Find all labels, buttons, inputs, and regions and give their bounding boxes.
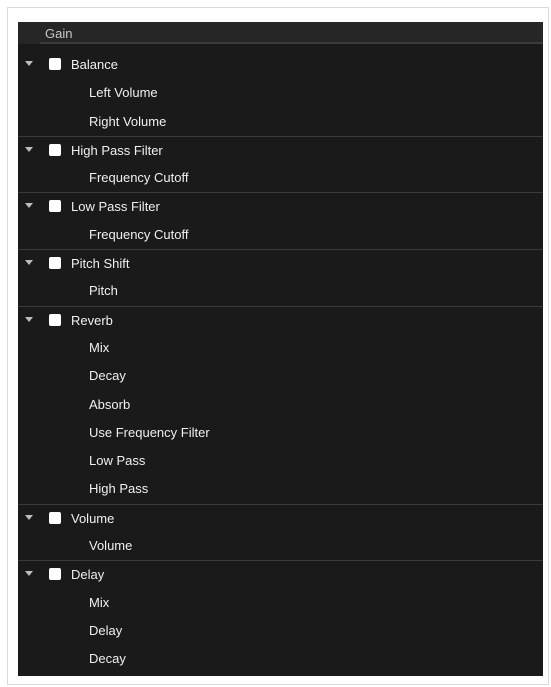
- effect-parameter-row[interactable]: Use Frequency Filter: [18, 419, 543, 447]
- effect-parameter-row[interactable]: Delay: [18, 617, 543, 645]
- effect-parameter-row[interactable]: Mix: [18, 334, 543, 362]
- gain-divider: [40, 42, 543, 44]
- expand-chevron-icon[interactable]: [25, 260, 33, 266]
- gain-label: Gain: [45, 26, 73, 41]
- effect-enable-checkbox[interactable]: [49, 257, 61, 270]
- effect-parameter-row[interactable]: Low Pass: [18, 447, 543, 475]
- expand-chevron-icon[interactable]: [25, 203, 33, 209]
- expand-chevron-icon[interactable]: [25, 571, 33, 577]
- effect-parameter-row[interactable]: Frequency Cutoff: [18, 221, 543, 249]
- parameter-label: High Pass: [89, 481, 149, 497]
- effect-name: High Pass Filter: [71, 142, 163, 158]
- effect-group-row[interactable]: Volume: [18, 503, 543, 532]
- effect-name: Low Pass Filter: [71, 199, 160, 215]
- effect-group-row[interactable]: Balance: [18, 51, 543, 79]
- effect-group-row[interactable]: Reverb: [18, 305, 543, 334]
- parameter-label: Volume: [89, 538, 133, 554]
- parameter-label: Use Frequency Filter: [89, 424, 210, 440]
- effect-enable-checkbox[interactable]: [49, 143, 61, 156]
- effect-parameter-row[interactable]: Left Volume: [18, 79, 543, 107]
- effect-name: Balance: [71, 57, 118, 72]
- expand-chevron-icon[interactable]: [25, 146, 33, 152]
- effect-parameter-row[interactable]: Mix: [18, 589, 543, 617]
- parameter-label: Decay: [89, 368, 126, 384]
- expand-chevron-icon[interactable]: [25, 316, 33, 322]
- effect-parameter-row[interactable]: Pitch: [18, 277, 543, 305]
- effect-name: Pitch Shift: [71, 256, 130, 272]
- expand-chevron-icon[interactable]: [25, 514, 33, 520]
- effect-enable-checkbox[interactable]: [49, 58, 61, 70]
- parameter-label: Frequency Cutoff: [89, 226, 189, 242]
- effects-list: Balance Left Volume Right Volume High Pass …: [18, 51, 543, 674]
- parameter-label: Delay: [89, 622, 123, 638]
- effect-name: Delay: [71, 567, 105, 583]
- effect-parameter-row[interactable]: Right Volume: [18, 108, 543, 136]
- parameter-label: Absorb: [89, 396, 131, 412]
- effect-name: Volume: [71, 510, 115, 526]
- effect-enable-checkbox[interactable]: [49, 568, 61, 581]
- parameter-label: Right Volume: [89, 113, 167, 129]
- effect-group-row[interactable]: High Pass Filter: [18, 135, 543, 164]
- effect-parameter-row[interactable]: Absorb: [18, 391, 543, 419]
- parameter-label: Decay: [89, 651, 126, 667]
- effect-parameter-row[interactable]: Decay: [18, 645, 543, 673]
- effects-panel: Gain Balance Left Volume Right Volume High …: [18, 22, 543, 676]
- parameter-label: Frequency Cutoff: [89, 170, 189, 186]
- effect-enable-checkbox[interactable]: [49, 200, 61, 213]
- expand-chevron-icon[interactable]: [25, 61, 33, 66]
- parameter-label: Mix: [89, 339, 110, 355]
- effect-enable-checkbox[interactable]: [49, 511, 61, 524]
- effect-parameter-row[interactable]: Frequency Cutoff: [18, 164, 543, 192]
- effect-group-row[interactable]: Pitch Shift: [18, 249, 543, 277]
- effect-group-row[interactable]: Low Pass Filter: [18, 192, 543, 220]
- parameter-label: Pitch: [89, 283, 118, 299]
- parameter-label: Left Volume: [89, 85, 158, 101]
- effect-group-row[interactable]: Delay: [18, 560, 543, 588]
- effect-parameter-row[interactable]: High Pass: [18, 475, 543, 503]
- effect-parameter-row[interactable]: Decay: [18, 362, 543, 390]
- effect-name: Reverb: [71, 312, 113, 328]
- gain-row: Gain: [18, 22, 543, 44]
- parameter-label: Mix: [89, 594, 110, 610]
- effect-parameter-row[interactable]: Volume: [18, 532, 543, 560]
- effect-enable-checkbox[interactable]: [49, 313, 61, 326]
- parameter-label: Low Pass: [89, 453, 146, 469]
